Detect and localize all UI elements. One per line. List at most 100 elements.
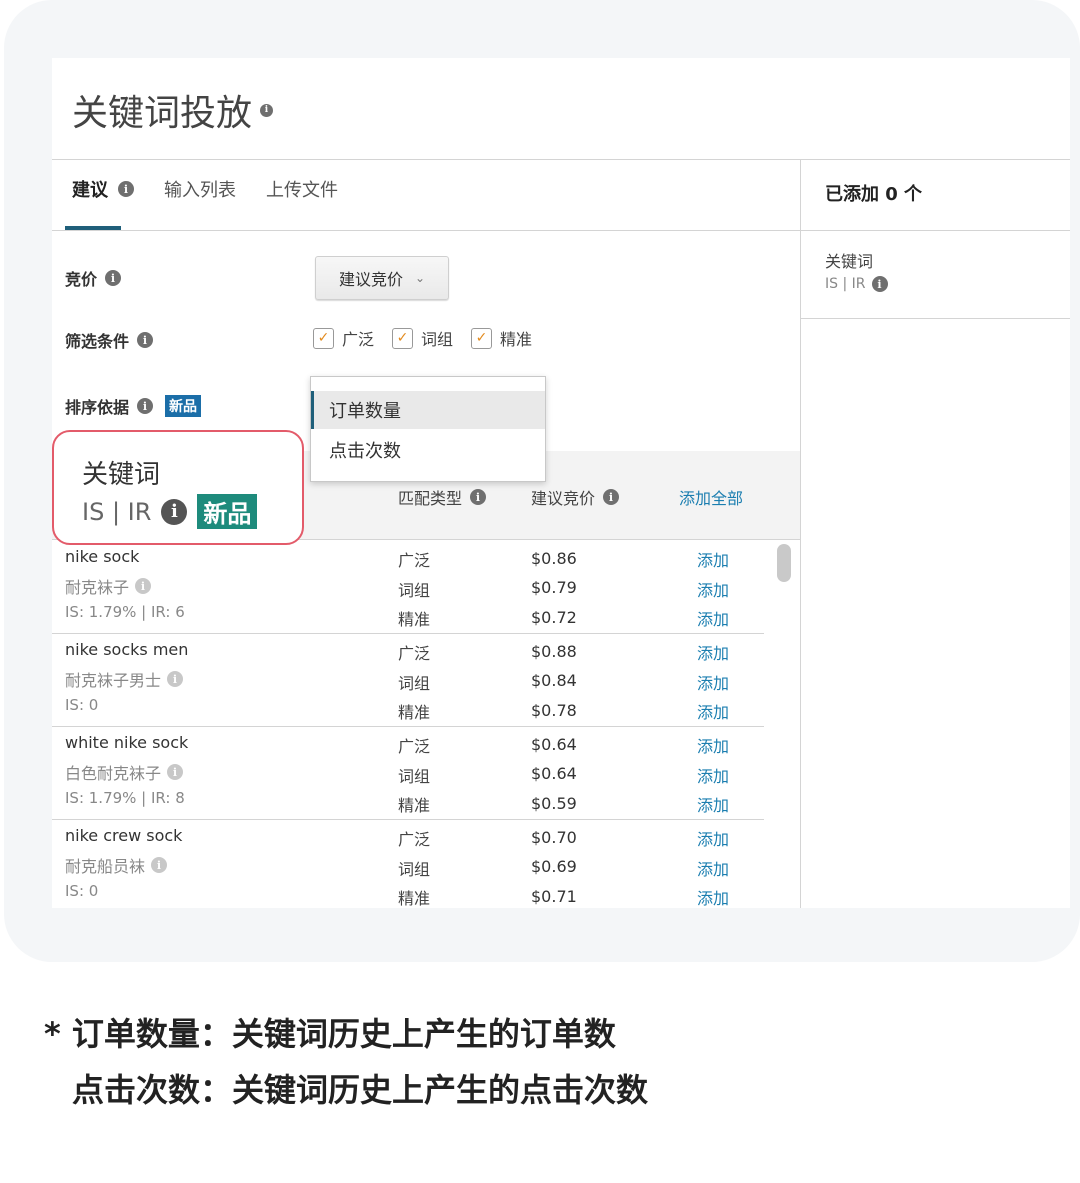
match-type-cell: 精准	[398, 610, 431, 629]
bid-cell: $0.88	[531, 642, 577, 661]
column-suggested-bid: 建议竞价 i	[531, 485, 620, 509]
keyword-translation: 耐克袜子男士 i	[65, 667, 184, 691]
keyword-translation: 白色耐克袜子 i	[65, 760, 184, 784]
filter-option-label: 精准	[500, 330, 533, 349]
info-icon[interactable]: i	[135, 578, 152, 594]
bid-cell: $0.70	[531, 828, 577, 847]
table-row: white nike sock 白色耐克袜子 i IS: 1.79% | IR:…	[52, 727, 764, 820]
match-type-cell: 广泛	[398, 830, 431, 849]
keyword-stats: IS: 0	[65, 882, 99, 900]
filter-broad[interactable]: ✓ 广泛	[313, 326, 374, 350]
info-icon[interactable]: i	[118, 181, 134, 197]
info-icon[interactable]: i	[260, 103, 274, 117]
divider	[800, 318, 1070, 319]
new-badge: 新品	[165, 395, 202, 417]
bid-cell: $0.69	[531, 857, 577, 876]
scrollbar-thumb[interactable]	[777, 544, 791, 582]
info-icon[interactable]: i	[105, 270, 122, 286]
info-icon[interactable]: i	[161, 498, 188, 525]
match-type-cell: 广泛	[398, 551, 431, 570]
footnote-clicks: 点击次数：关键词历史上产生的点击次数	[72, 1071, 649, 1109]
add-button[interactable]: 添加	[697, 856, 729, 880]
info-icon[interactable]: i	[470, 489, 487, 505]
info-icon[interactable]: i	[137, 398, 154, 414]
sort-option-clicks[interactable]: 点击次数	[311, 431, 545, 469]
footnote: * 订单数量：关键词历史上产生的订单数 点击次数：关键词历史上产生的点击次数	[44, 1006, 648, 1118]
add-button[interactable]: 添加	[697, 763, 729, 787]
info-icon[interactable]: i	[167, 764, 184, 780]
add-button[interactable]: 添加	[697, 792, 729, 816]
checkbox-checked-icon[interactable]: ✓	[313, 327, 334, 349]
add-button[interactable]: 添加	[697, 640, 729, 664]
match-type-cell: 词组	[398, 860, 431, 879]
match-type-cell: 词组	[398, 581, 431, 600]
add-button[interactable]: 添加	[697, 577, 729, 601]
tab-label: 上传文件	[266, 180, 338, 201]
chevron-down-icon: ⌄	[414, 271, 426, 285]
filter-exact[interactable]: ✓ 精准	[471, 326, 532, 350]
keyword-text: nike socks men	[65, 640, 189, 659]
bid-cell: $0.64	[531, 735, 577, 754]
match-type-cell: 精准	[398, 889, 431, 908]
tab-suggestions[interactable]: 建议 i	[72, 176, 134, 202]
add-button[interactable]: 添加	[697, 699, 729, 723]
match-type-cell: 词组	[398, 767, 431, 786]
match-type-cell: 精准	[398, 796, 431, 815]
bid-cell: $0.59	[531, 794, 577, 813]
keyword-text: nike crew sock	[65, 826, 183, 845]
filter-label-text: 筛选条件	[65, 332, 130, 351]
info-icon[interactable]: i	[167, 671, 184, 687]
bid-select-value: 建议竞价	[338, 270, 403, 289]
bid-cell: $0.78	[531, 701, 577, 720]
add-button[interactable]: 添加	[697, 826, 729, 850]
keyword-stats: IS: 0	[65, 696, 99, 714]
match-type-cell: 广泛	[398, 644, 431, 663]
translation-text: 耐克袜子	[65, 578, 130, 597]
keyword-stats: IS: 1.79% | IR: 6	[65, 603, 185, 621]
new-badge: 新品	[197, 494, 258, 529]
info-icon[interactable]: i	[871, 276, 888, 292]
column-label: 匹配类型	[398, 489, 463, 508]
tab-enter-list[interactable]: 输入列表	[164, 176, 236, 202]
filter-phrase[interactable]: ✓ 词组	[392, 326, 453, 350]
footnote-orders: * 订单数量：关键词历史上产生的订单数	[44, 1015, 616, 1053]
bid-cell: $0.64	[531, 764, 577, 783]
add-button[interactable]: 添加	[697, 885, 729, 908]
checkbox-checked-icon[interactable]: ✓	[392, 327, 414, 349]
add-button[interactable]: 添加	[697, 547, 729, 571]
column-keyword: 关键词	[82, 460, 161, 490]
info-icon[interactable]: i	[151, 857, 168, 873]
translation-text: 白色耐克袜子	[65, 764, 162, 783]
add-button[interactable]: 添加	[697, 733, 729, 757]
translation-text: 耐克船员袜	[65, 857, 146, 876]
keyword-translation: 耐克船员袜 i	[65, 853, 168, 877]
bid-cell: $0.86	[531, 549, 577, 568]
tab-upload-file[interactable]: 上传文件	[266, 176, 338, 202]
filter-option-label: 广泛	[342, 330, 375, 349]
checkbox-checked-icon[interactable]: ✓	[471, 327, 493, 349]
keyword-text: nike sock	[65, 547, 140, 566]
add-all-link[interactable]: 添加全部	[679, 485, 743, 509]
divider	[52, 230, 800, 231]
add-button[interactable]: 添加	[697, 670, 729, 694]
bid-label: 竞价 i	[65, 266, 122, 290]
filter-label: 筛选条件 i	[65, 328, 154, 352]
info-icon[interactable]: i	[137, 332, 154, 348]
added-keyword-header: 关键词	[825, 252, 874, 271]
bid-select[interactable]: 建议竞价 ⌄	[315, 256, 449, 300]
keyword-translation: 耐克袜子 i	[65, 574, 152, 598]
info-icon[interactable]: i	[603, 489, 620, 505]
scrollbar-track[interactable]	[774, 542, 794, 908]
page-title: 关键词投放 i	[72, 84, 274, 136]
keyword-stats: IS: 1.79% | IR: 8	[65, 789, 185, 807]
table-row: nike sock 耐克袜子 i IS: 1.79% | IR: 6 广泛 词组…	[52, 541, 764, 634]
is-ir-label: IS | IR	[825, 276, 866, 292]
sort-option-orders[interactable]: 订单数量	[311, 391, 545, 429]
match-type-cell: 广泛	[398, 737, 431, 756]
bid-cell: $0.79	[531, 578, 577, 597]
filter-option-label: 词组	[421, 330, 454, 349]
column-label: 建议竞价	[531, 489, 596, 508]
bid-cell: $0.84	[531, 671, 577, 690]
column-match-type: 匹配类型 i	[398, 485, 487, 509]
add-button[interactable]: 添加	[697, 606, 729, 630]
